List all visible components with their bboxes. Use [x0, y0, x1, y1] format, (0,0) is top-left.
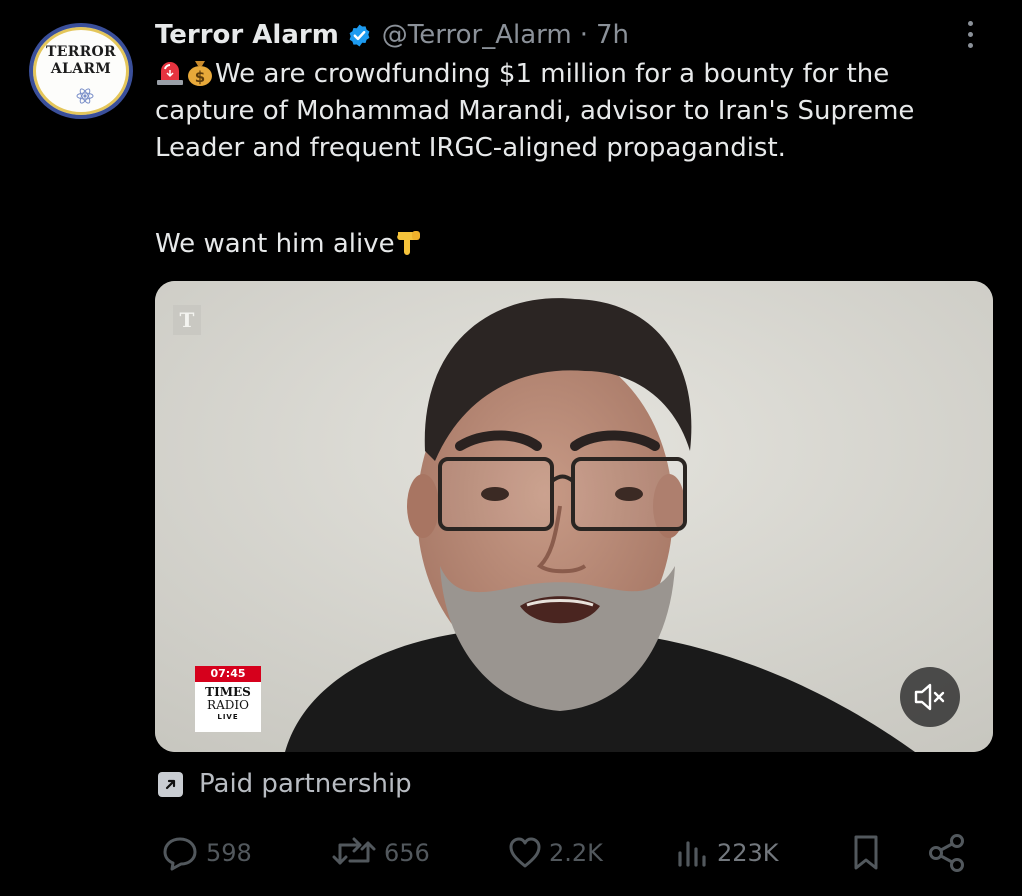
like-count: 2.2K [549, 839, 603, 867]
display-name[interactable]: Terror Alarm [155, 20, 339, 50]
bookmark-icon [854, 835, 878, 870]
more-dot [967, 42, 973, 48]
verified-badge-icon [349, 24, 370, 46]
repost-count: 656 [384, 839, 430, 867]
action-bar: 598 656 2.2K 223K [0, 830, 1022, 876]
volume-muted-icon [914, 683, 945, 711]
reply-button[interactable]: 598 [160, 830, 252, 876]
more-dot [967, 31, 973, 37]
video-player[interactable]: T 07:45 TIMES RADIO LIVE [155, 281, 993, 752]
tweet-text: $ We are crowdfunding $1 million for a b… [155, 56, 995, 167]
times-radio-badge: 07:45 TIMES RADIO LIVE [195, 666, 261, 732]
tweet-body: We are crowdfunding $1 million for a bou… [155, 59, 915, 163]
timestamp[interactable]: 7h [596, 20, 629, 50]
user-handle[interactable]: @Terror_Alarm [382, 20, 572, 50]
heart-icon [509, 837, 541, 868]
share-button[interactable] [925, 830, 969, 876]
analytics-bars-icon [678, 841, 706, 867]
avatar[interactable]: TERROR ALARM [29, 23, 133, 119]
badge-brand-line2: RADIO [207, 698, 249, 712]
repost-icon [332, 837, 376, 865]
view-count: 223K [717, 839, 779, 867]
atom-icon [76, 88, 94, 104]
reply-icon [163, 837, 197, 871]
pointing-down-emoji [396, 231, 420, 255]
more-options-button[interactable] [958, 14, 982, 54]
siren-emoji [157, 62, 183, 85]
reply-count: 598 [206, 839, 252, 867]
arrow-up-right-icon [158, 771, 183, 797]
badge-live: LIVE [217, 713, 239, 721]
tweet-text-secondary: We want him alive [155, 226, 995, 263]
tweet-body-secondary: We want him alive [155, 229, 395, 259]
tweet[interactable]: TERROR ALARM Terror Alarm @Terror_Alarm … [0, 0, 1022, 896]
more-dot [967, 20, 973, 26]
avatar-logo-text: TERROR ALARM [46, 44, 116, 77]
share-icon [929, 834, 964, 872]
paid-partnership-label: Paid partnership [199, 769, 412, 799]
repost-button[interactable]: 656 [330, 830, 430, 876]
bookmark-button[interactable] [850, 830, 882, 876]
tweet-header: Terror Alarm @Terror_Alarm · 7h [155, 14, 629, 56]
svg-text:$: $ [195, 68, 205, 86]
badge-time: 07:45 [195, 666, 261, 682]
paid-partnership[interactable]: Paid partnership [158, 768, 412, 800]
video-frame [155, 281, 993, 752]
like-button[interactable]: 2.2K [507, 830, 603, 876]
money-bag-emoji: $ [188, 61, 212, 86]
channel-logo: T [173, 305, 201, 335]
unmute-button[interactable] [900, 667, 960, 727]
views-button[interactable]: 223K [675, 830, 779, 876]
separator-dot: · [579, 20, 588, 50]
